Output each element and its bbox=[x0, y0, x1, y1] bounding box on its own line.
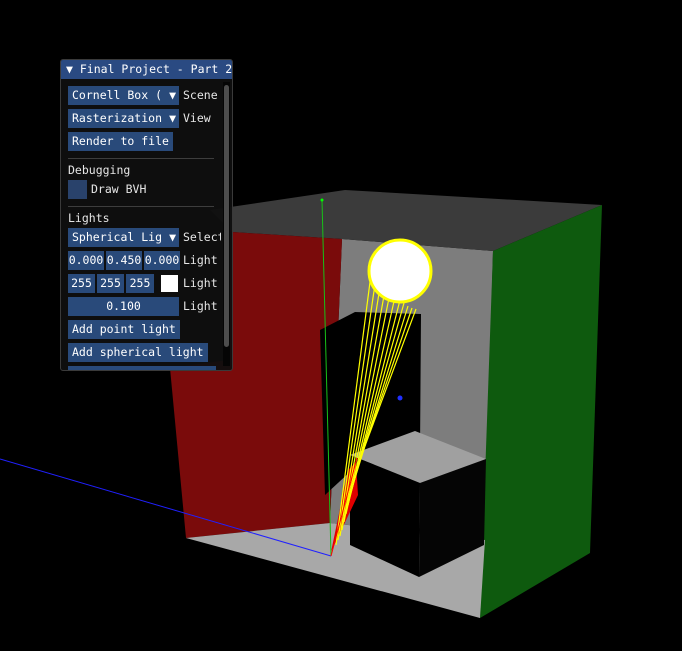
panel-title: Final Project - Part 2 bbox=[79, 62, 232, 76]
select-label: Select bbox=[183, 230, 221, 244]
scene-select[interactable]: Cornell Box ( ▼ bbox=[68, 86, 179, 105]
collapse-triangle-icon[interactable]: ▼ bbox=[66, 62, 73, 76]
light-select[interactable]: Spherical Lig ▼ bbox=[68, 228, 179, 247]
light-position-z[interactable]: 0.000 bbox=[144, 251, 180, 270]
lights-header: Lights bbox=[68, 211, 110, 225]
draw-bvh-checkbox[interactable] bbox=[68, 180, 87, 199]
panel-scrollbar[interactable] bbox=[223, 82, 230, 366]
scrollbar-thumb[interactable] bbox=[224, 85, 229, 347]
chevron-down-icon: ▼ bbox=[169, 230, 176, 244]
light-radius-label: Light bbox=[183, 299, 218, 313]
separator bbox=[68, 206, 214, 207]
panel-title-bar[interactable]: ▼ Final Project - Part 2 bbox=[61, 60, 232, 79]
add-spherical-light-button[interactable]: Add spherical light bbox=[68, 343, 208, 362]
next-control-partial[interactable] bbox=[68, 366, 216, 370]
light-color-swatch[interactable] bbox=[161, 275, 178, 292]
panel-body: Cornell Box ( ▼ Scene Rasterization ▼ Vi… bbox=[61, 80, 221, 370]
chevron-down-icon: ▼ bbox=[169, 111, 176, 125]
debugging-header: Debugging bbox=[68, 163, 131, 177]
light-select-value: Spherical Lig bbox=[72, 230, 163, 244]
scene-label: Scene bbox=[183, 88, 218, 102]
separator bbox=[68, 158, 214, 159]
light-position-y[interactable]: 0.450 bbox=[106, 251, 142, 270]
scene-select-value: Cornell Box ( bbox=[72, 88, 163, 102]
add-point-light-button[interactable]: Add point light bbox=[68, 320, 180, 339]
chevron-down-icon: ▼ bbox=[169, 88, 176, 102]
light-color-g[interactable]: 255 bbox=[97, 274, 124, 293]
light-color-b[interactable]: 255 bbox=[126, 274, 154, 293]
view-label: View bbox=[183, 111, 211, 125]
spherical-light[interactable] bbox=[367, 238, 433, 304]
light-position-label: Light bbox=[183, 253, 218, 267]
view-select-value: Rasterization bbox=[72, 111, 163, 125]
render-to-file-button[interactable]: Render to file bbox=[68, 132, 173, 151]
right-wall-green bbox=[480, 205, 602, 618]
light-radius-field[interactable]: 0.100 bbox=[68, 297, 179, 316]
light-color-r[interactable]: 255 bbox=[68, 274, 95, 293]
draw-bvh-label: Draw BVH bbox=[91, 182, 147, 196]
light-color-label: Light bbox=[183, 276, 218, 290]
axis-origin-dot bbox=[320, 198, 324, 202]
light-marker-dot bbox=[397, 395, 403, 401]
control-panel: ▼ Final Project - Part 2 Cornell Box ( ▼… bbox=[60, 59, 233, 371]
view-select[interactable]: Rasterization ▼ bbox=[68, 109, 179, 128]
light-position-x[interactable]: 0.000 bbox=[68, 251, 104, 270]
